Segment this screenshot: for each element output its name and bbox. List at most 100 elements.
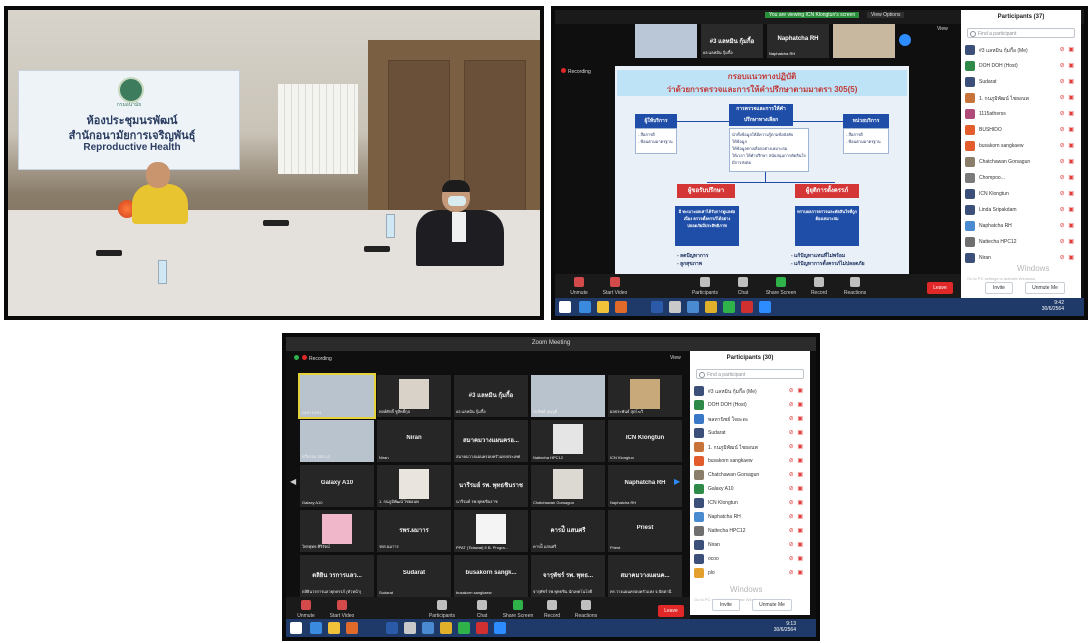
folder-icon[interactable]: [328, 622, 340, 634]
video-tile[interactable]: สมาคมวางแผนค... คร.วางแผนครอบครัวแห่ง จ.ป…: [608, 555, 682, 597]
zoom-icon[interactable]: [759, 301, 771, 313]
folder-icon[interactable]: [597, 301, 609, 313]
participant-row[interactable]: ocoo ⊘ ▣: [694, 553, 806, 567]
participant-row[interactable]: #3 แลหมิน กุ้มกี้อ (Me) ⊘ ▣: [694, 385, 806, 399]
participant-row[interactable]: Naphatcha RH ⊘ ▣: [965, 220, 1077, 234]
participant-row[interactable]: Galaxy A10 ⊘ ▣: [694, 483, 806, 497]
view-button[interactable]: View: [937, 26, 948, 32]
participant-row[interactable]: ICN Klongtun ⊘ ▣: [694, 497, 806, 511]
participant-row[interactable]: Nattecha HPC12 ⊘ ▣: [965, 236, 1077, 250]
video-tile[interactable]: Sudarat Sudarat: [377, 555, 451, 597]
video-tile[interactable]: สมาคมวางแผนครอ... สมาคมวางแผนครอบครัวแห่ง…: [454, 420, 528, 462]
record-button[interactable]: Record: [799, 277, 839, 296]
start-video-button[interactable]: Start Video: [322, 600, 362, 619]
invite-button[interactable]: Invite: [712, 599, 740, 611]
view-options-button[interactable]: View Options: [867, 12, 905, 18]
participant-search-input[interactable]: Find a participant: [967, 28, 1075, 38]
windows-start-icon[interactable]: [559, 301, 571, 313]
pdf-icon[interactable]: [476, 622, 488, 634]
line-icon[interactable]: [723, 301, 735, 313]
video-tile[interactable]: PPAT (Tidawat) 5 B. Progra...: [454, 510, 528, 552]
thumbnail-room[interactable]: [635, 24, 697, 58]
participant-row[interactable]: Naphatcha RH ⊘ ▣: [694, 511, 806, 525]
word-icon[interactable]: [386, 622, 398, 634]
edge-icon[interactable]: [310, 622, 322, 634]
pdf-icon[interactable]: [741, 301, 753, 313]
participant-row[interactable]: Sudarat ⊘ ▣: [694, 427, 806, 441]
participant-row[interactable]: 1115atherss ⊘ ▣: [965, 108, 1077, 122]
leave-button[interactable]: Leave: [658, 605, 684, 617]
participant-row[interactable]: DOH DOH (Host) ⊘ ▣: [965, 60, 1077, 74]
participant-search-input[interactable]: Find a participant: [696, 369, 804, 379]
next-arrow-icon[interactable]: [899, 34, 911, 46]
video-tile[interactable]: พงษ์ศักดิ์ ชูสิทธิ์กุล: [377, 375, 451, 417]
participant-row[interactable]: Chompoo... ⊘ ▣: [965, 172, 1077, 186]
video-tile[interactable]: ทวีธรรม สสจ.12: [300, 420, 374, 462]
video-tile[interactable]: Nattecha HPC12: [531, 420, 605, 462]
participant-row[interactable]: busakorn sangkaew ⊘ ▣: [965, 140, 1077, 154]
chat-button[interactable]: Chat: [462, 600, 502, 619]
participant-row[interactable]: ICN Klongtun ⊘ ▣: [965, 188, 1077, 202]
participant-row[interactable]: busakorn sangkaew ⊘ ▣: [694, 455, 806, 469]
app-icon[interactable]: [687, 301, 699, 313]
firefox-icon[interactable]: [615, 301, 627, 313]
chrome-icon[interactable]: [440, 622, 452, 634]
video-tile[interactable]: Galaxy A10 Galaxy A10: [300, 465, 374, 507]
participant-row[interactable]: พลทานิชย์ ใจยะดะ ⊘ ▣: [694, 413, 806, 427]
video-tile[interactable]: นารีรมย์ รพ. พุทธชินราช นารีรมย์ รพ.พุทธช…: [454, 465, 528, 507]
unmute-button[interactable]: Unmute: [286, 600, 326, 619]
participant-row[interactable]: 1. กนภูมิพัฒน์ ไชยอนพ ⊘ ▣: [694, 441, 806, 455]
video-tile[interactable]: ผลประพันธ์ สุดโฆวี: [608, 375, 682, 417]
video-tile[interactable]: Priest Priest: [608, 510, 682, 552]
previous-page-icon[interactable]: ◀: [290, 477, 296, 486]
participant-row[interactable]: Chatchawan Gorsagun ⊘ ▣: [694, 469, 806, 483]
participant-row[interactable]: #3 แลหมิน กุ้มกี้อ (Me) ⊘ ▣: [965, 44, 1077, 58]
participant-row[interactable]: BUSHIDO ⊘ ▣: [965, 124, 1077, 138]
edge-icon[interactable]: [579, 301, 591, 313]
chat-button[interactable]: Chat: [723, 277, 763, 296]
unmute-button[interactable]: Unmute: [559, 277, 599, 296]
video-tile[interactable]: จารุพัชร์ รพ. พุทธ... จารุพัชร์ รพ.พุทธชิ…: [531, 555, 605, 597]
app-icon[interactable]: [669, 301, 681, 313]
video-tile[interactable]: #3 แลหมิน กุ้มกี้อ #3 แลหมิน กุ้มกี้อ: [454, 375, 528, 417]
participant-row[interactable]: plo ⊘ ▣: [694, 567, 806, 581]
participant-row[interactable]: Nattecha HPC12 ⊘ ▣: [694, 525, 806, 539]
unmute-me-button[interactable]: Unmute Me: [1025, 282, 1065, 294]
participants-button[interactable]: Participants: [685, 277, 725, 296]
start-video-button[interactable]: Start Video: [595, 277, 635, 296]
thumbnail-room[interactable]: [833, 24, 895, 58]
participant-row[interactable]: Chatchawan Gorsagun ⊘ ▣: [965, 156, 1077, 170]
next-page-icon[interactable]: ▶: [674, 477, 680, 486]
app-icon[interactable]: [404, 622, 416, 634]
participant-row[interactable]: Niran ⊘ ▣: [694, 539, 806, 553]
view-button[interactable]: View: [670, 355, 681, 361]
windows-start-icon[interactable]: [290, 622, 302, 634]
participant-row[interactable]: Sudarat ⊘ ▣: [965, 76, 1077, 90]
word-icon[interactable]: [651, 301, 663, 313]
participant-row[interactable]: Linda Sripakdam ⊘ ▣: [965, 204, 1077, 218]
participant-row[interactable]: DOH DOH (Host) ⊘ ▣: [694, 399, 806, 413]
reactions-button[interactable]: Reactions: [566, 600, 606, 619]
video-tile[interactable]: Naphatcha RH Naphatcha RH: [608, 465, 682, 507]
video-tile[interactable]: พรทิพย์ บุญจูดี: [531, 375, 605, 417]
unmute-me-button[interactable]: Unmute Me: [752, 599, 792, 611]
video-tile[interactable]: ดลิยิน วรการแลว... ดลิยินวรการแลวยุกครรภ์…: [300, 555, 374, 597]
video-tile[interactable]: DOH DOH: [298, 373, 376, 419]
participant-row[interactable]: 1. กนภูมิพัฒน์ ไชยอนพ ⊘ ▣: [965, 92, 1077, 106]
reactions-button[interactable]: Reactions: [835, 277, 875, 296]
line-icon[interactable]: [458, 622, 470, 634]
video-tile[interactable]: busakorn sangk... busakorn sangkaew: [454, 555, 528, 597]
chrome-icon[interactable]: [705, 301, 717, 313]
firefox-icon[interactable]: [346, 622, 358, 634]
video-tile[interactable]: ไพรพุทธ ศิริรัตน์: [300, 510, 374, 552]
video-tile[interactable]: Niran Niran: [377, 420, 451, 462]
video-tile[interactable]: ICN Klongtun ICN Klongtun: [608, 420, 682, 462]
zoom-icon[interactable]: [494, 622, 506, 634]
video-tile[interactable]: คารม์ี แสนศรี คารม์ี แสนศรี: [531, 510, 605, 552]
thumbnail-participant[interactable]: #3 แลหมิน กุ้มกี้อ #3 แลหมิน กุ้มกี้อ: [701, 24, 763, 58]
invite-button[interactable]: Invite: [985, 282, 1013, 294]
leave-button[interactable]: Leave: [927, 282, 953, 294]
participants-button[interactable]: Participants: [422, 600, 462, 619]
video-tile[interactable]: 1. กนภูมิพัฒน์ ไชยอนพ: [377, 465, 451, 507]
app-icon[interactable]: [422, 622, 434, 634]
